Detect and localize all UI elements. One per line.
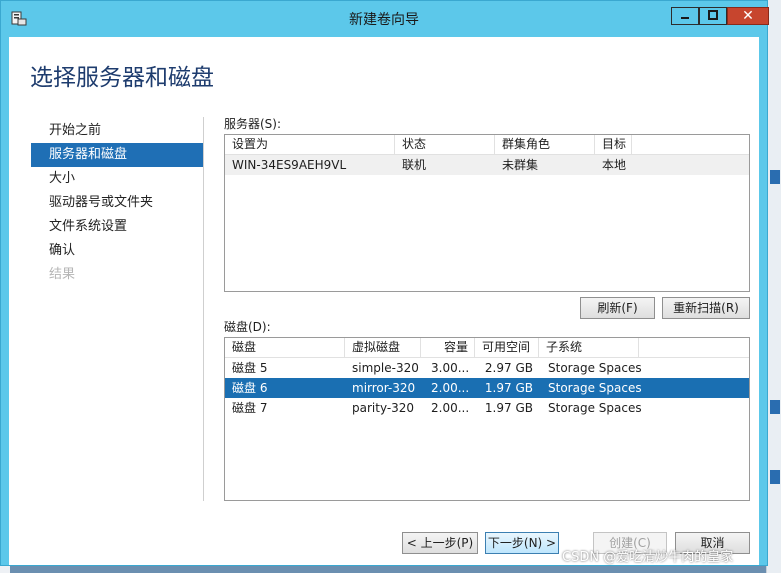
column-header-empty: [632, 135, 749, 154]
nav-divider: [203, 117, 204, 501]
disks-label: 磁盘(D):: [224, 320, 271, 334]
window-title: 新建卷向导: [349, 12, 419, 28]
page-title: 选择服务器和磁盘: [30, 65, 214, 91]
disk-row[interactable]: 磁盘 7 parity-320 2.00... 1.97 GB Storage …: [225, 398, 749, 418]
server-target-cell: 本地: [602, 158, 627, 172]
minimize-icon: [680, 9, 690, 23]
column-header-provision-to[interactable]: 设置为: [225, 135, 395, 154]
servers-table-header: 设置为 状态 群集角色 目标: [225, 135, 749, 155]
disks-table[interactable]: 磁盘 虚拟磁盘 容量 可用空间 子系统 磁盘 5 simple-320 3.00…: [224, 337, 750, 501]
column-header-disk[interactable]: 磁盘: [225, 338, 345, 357]
wizard-steps-nav: 开始之前 服务器和磁盘 大小 驱动器号或文件夹 文件系统设置 确认 结果: [31, 119, 203, 287]
background-marker: [770, 170, 780, 184]
nav-step-file-system-settings[interactable]: 文件系统设置: [31, 215, 203, 239]
disk-name-cell: 磁盘 5: [232, 361, 268, 375]
nav-step-server-and-disk[interactable]: 服务器和磁盘: [31, 143, 203, 167]
subsystem-cell: Storage Spaces: [548, 381, 642, 395]
virtual-disk-cell: mirror-320: [352, 381, 416, 395]
disk-name-cell: 磁盘 6: [232, 381, 268, 395]
column-header-status[interactable]: 状态: [395, 135, 495, 154]
rescan-button[interactable]: 重新扫描(R): [662, 297, 750, 319]
server-name-cell: WIN-34ES9AEH9VL: [232, 158, 347, 172]
wizard-content: 选择服务器和磁盘 开始之前 服务器和磁盘 大小 驱动器号或文件夹 文件系统设置 …: [9, 37, 759, 565]
disk-name-cell: 磁盘 7: [232, 401, 268, 415]
column-header-capacity[interactable]: 容量: [421, 338, 475, 357]
servers-table[interactable]: 设置为 状态 群集角色 目标 WIN-34ES9AEH9VL 联机 未群集 本地: [224, 134, 750, 292]
previous-button[interactable]: < 上一步(P): [402, 532, 478, 554]
server-status-cell: 联机: [402, 158, 427, 172]
maximize-icon: [708, 9, 718, 23]
refresh-button[interactable]: 刷新(F): [580, 297, 655, 319]
capacity-cell: 2.00...: [431, 401, 470, 415]
subsystem-cell: Storage Spaces: [548, 361, 642, 375]
server-cluster-role-cell: 未群集: [502, 158, 539, 172]
free-space-cell: 2.97 GB: [484, 361, 533, 375]
capacity-cell: 2.00...: [431, 381, 470, 395]
server-row[interactable]: WIN-34ES9AEH9VL 联机 未群集 本地: [225, 155, 749, 175]
background-right-edge: [766, 0, 781, 573]
column-header-empty: [639, 338, 749, 357]
column-header-cluster-role[interactable]: 群集角色: [495, 135, 595, 154]
disk-row-selected[interactable]: 磁盘 6 mirror-320 2.00... 1.97 GB Storage …: [225, 378, 749, 398]
nav-step-size[interactable]: 大小: [31, 167, 203, 191]
new-volume-wizard-window: 新建卷向导 ✕ 选择服务器和磁盘 开始之前 服务器和磁盘 大小 驱动器号或文件夹…: [0, 0, 769, 566]
disks-table-header: 磁盘 虚拟磁盘 容量 可用空间 子系统: [225, 338, 749, 358]
close-icon: ✕: [742, 8, 754, 24]
nav-step-confirmation[interactable]: 确认: [31, 239, 203, 263]
background-marker: [770, 400, 780, 414]
free-space-cell: 1.97 GB: [484, 401, 533, 415]
nav-step-before-you-begin[interactable]: 开始之前: [31, 119, 203, 143]
next-button[interactable]: 下一步(N) >: [485, 532, 559, 554]
csdn-watermark: CSDN @爱吃清炒牛肉的皇家: [562, 550, 734, 565]
column-header-virtual-disk[interactable]: 虚拟磁盘: [345, 338, 421, 357]
virtual-disk-cell: parity-320: [352, 401, 415, 415]
subsystem-cell: Storage Spaces: [548, 401, 642, 415]
disk-row[interactable]: 磁盘 5 simple-320 3.00... 2.97 GB Storage …: [225, 358, 749, 378]
column-header-free-space[interactable]: 可用空间: [475, 338, 539, 357]
title-bar[interactable]: 新建卷向导 ✕: [1, 1, 769, 37]
column-header-subsystem[interactable]: 子系统: [539, 338, 639, 357]
minimize-button[interactable]: [671, 7, 699, 25]
maximize-button[interactable]: [699, 7, 727, 25]
nav-step-results: 结果: [49, 267, 76, 282]
free-space-cell: 1.97 GB: [484, 381, 533, 395]
virtual-disk-cell: simple-320: [352, 361, 419, 375]
background-marker: [770, 470, 780, 484]
capacity-cell: 3.00...: [431, 361, 470, 375]
column-header-destination[interactable]: 目标: [595, 135, 632, 154]
servers-label: 服务器(S):: [224, 117, 282, 131]
nav-step-drive-letter-or-folder[interactable]: 驱动器号或文件夹: [31, 191, 203, 215]
close-button[interactable]: ✕: [727, 7, 769, 25]
